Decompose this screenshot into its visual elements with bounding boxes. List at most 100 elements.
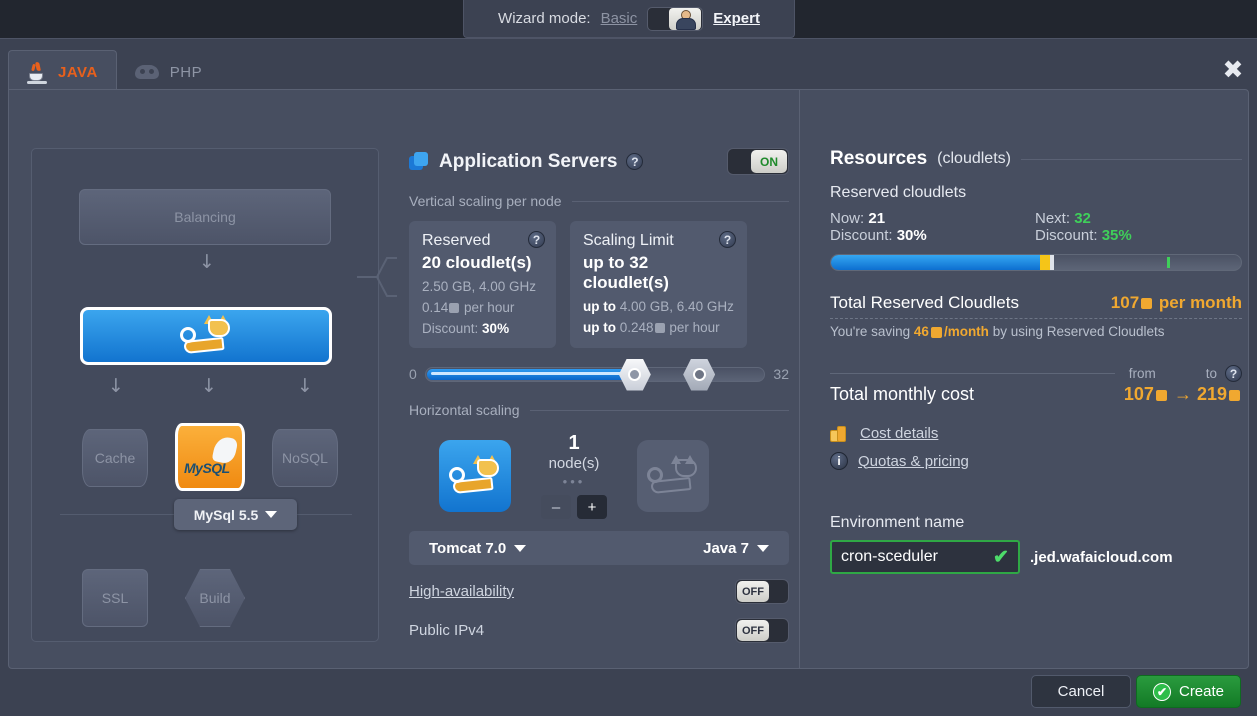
environment-name-field[interactable]: ✔ [830,540,1020,574]
reserved-card-discount: Discount: 30% [422,321,543,336]
topology-node-app-server[interactable] [80,307,332,365]
scaling-limit-price-prefix: up to [583,320,616,335]
reserved-card[interactable]: ? Reserved 20 cloudlet(s) 2.50 GB, 4.00 … [409,221,556,348]
arrow-down-icon: ↓ [108,375,124,397]
scaling-limit-card-title: Scaling Limit [583,232,674,249]
node-instance-placeholder[interactable] [637,439,709,512]
coins-icon [830,425,850,442]
topology-node-cache[interactable]: Cache [82,429,148,487]
tomcat-icon [449,454,501,494]
topology-node-build[interactable]: Build [185,569,245,627]
total-reserved-unit: per month [1158,293,1242,312]
public-ipv4-label: Public IPv4 [409,622,485,639]
scaling-limit-card-value: up to 32 cloudlet(s) [583,253,669,292]
public-ipv4-toggle[interactable]: OFF [735,618,789,643]
tab-php[interactable]: PHP [117,50,220,94]
engine-dropdown-label: Java 7 [703,539,749,557]
environment-name-input[interactable] [832,548,984,566]
help-icon[interactable]: ? [1225,365,1242,382]
arrow-down-icon: ↓ [297,375,313,397]
coin-icon [654,323,665,334]
node-instance-active[interactable] [439,439,511,512]
topology-node-balancing[interactable]: Balancing [79,189,331,245]
scaling-limit-specs-prefix: up to [583,299,616,314]
wizard-mode-toggle[interactable] [647,6,704,31]
scaling-limit-specs-value: 4.00 GB, 6.40 GHz [619,299,734,314]
topology-node-nosql[interactable]: NoSQL [272,429,338,487]
resources-panel: Resources (cloudlets) Reserved cloudlets… [799,90,1250,668]
node-count-group: 1 node(s) ••• – + [541,432,607,519]
platform-tabs: JAVA PHP [8,46,220,94]
coin-icon [1155,389,1167,401]
help-icon[interactable]: ? [528,231,545,248]
engine-dropdown[interactable]: Java 7 [703,540,769,557]
scaling-limit-card[interactable]: ? Scaling Limit up to 32 cloudlet(s) up … [570,221,747,348]
slider-max-label: 32 [773,366,789,382]
stack-dropdown-label: Tomcat 7.0 [429,539,507,557]
node-decrement-button[interactable]: – [541,495,571,519]
tab-php-label: PHP [169,63,203,81]
tab-java[interactable]: JAVA [8,50,117,94]
help-icon[interactable]: ? [626,153,644,170]
topology-node-nosql-label: NoSQL [282,450,328,466]
database-version-dropdown[interactable]: MySql 5.5 [174,499,297,530]
wizard-mode-basic[interactable]: Basic [601,10,638,27]
cost-to-value: 219 [1196,384,1227,404]
next-row: Next: 32 [1035,210,1132,227]
environment-domain-suffix: .jed.wafaicloud.com [1030,548,1173,566]
check-icon: ✔ [993,546,1009,568]
total-monthly-cost-values: 107 → 219 [1124,384,1242,405]
savings-suffix: by using Reserved Cloudlets [992,324,1165,339]
now-row: Now: 21 [830,210,1035,227]
public-ipv4-state: OFF [737,620,769,641]
from-to-header: from to ? [830,365,1242,382]
cancel-button[interactable]: Cancel [1031,675,1131,708]
quotas-pricing-link[interactable]: Quotas & pricing [858,453,969,470]
reserved-cloudlets-progress[interactable] [830,254,1242,271]
reserved-card-price-value: 0.14 [422,300,449,315]
now-value: 21 [868,210,886,227]
cost-to-label: to [1205,366,1217,381]
divider [529,409,789,411]
cost-details-row: Cost details [830,425,1242,442]
wizard-mode-expert[interactable]: Expert [713,10,760,27]
high-availability-toggle[interactable]: OFF [735,579,789,604]
vertical-scaling-label: Vertical scaling per node [409,193,562,209]
cost-details-link[interactable]: Cost details [860,425,938,442]
person-icon [675,9,697,30]
create-button[interactable]: ✔ Create [1136,675,1241,708]
application-servers-toggle[interactable]: ON [727,148,789,175]
node-increment-button[interactable]: + [577,495,607,519]
node-count-label: node(s) [548,455,600,472]
scaling-limit-price-value: 0.248 [619,320,654,335]
horizontal-scaling-header: Horizontal scaling [409,402,789,418]
slider-track[interactable] [424,358,766,391]
help-icon[interactable]: ? [719,231,736,248]
slider-handle-limit[interactable] [683,358,716,391]
high-availability-label[interactable]: High-availability [409,583,514,600]
topology-node-mysql[interactable]: MySQL [175,423,245,491]
java-cup-icon [27,61,49,84]
total-monthly-cost-row: Total monthly cost 107 → 219 [830,384,1242,405]
savings-note: You're saving 46/month by using Reserved… [830,324,1242,339]
reserved-card-title: Reserved [422,232,491,249]
coin-icon [449,303,460,314]
chevron-down-icon [514,544,527,552]
vertical-scaling-slider[interactable]: 0 32 [409,358,789,391]
slider-handle-reserved[interactable] [618,358,651,391]
slider-min-label: 0 [409,366,417,382]
now-discount-label: Discount: [830,227,893,244]
close-icon[interactable]: ✖ [1219,57,1247,85]
chevron-down-icon [265,511,278,518]
scaling-limit-price-unit: per hour [669,320,720,335]
topology-node-ssl[interactable]: SSL [82,569,148,627]
stack-dropdown[interactable]: Tomcat 7.0 [429,539,527,557]
coin-icon [930,326,942,338]
tab-java-label: JAVA [58,64,98,81]
coin-icon [1141,298,1153,310]
chevron-down-icon [757,544,769,552]
create-button-label: Create [1178,683,1225,700]
vertical-scaling-header: Vertical scaling per node [409,193,789,209]
total-reserved-value-group: 107 per month [1111,293,1242,313]
tomcat-icon [647,454,699,494]
